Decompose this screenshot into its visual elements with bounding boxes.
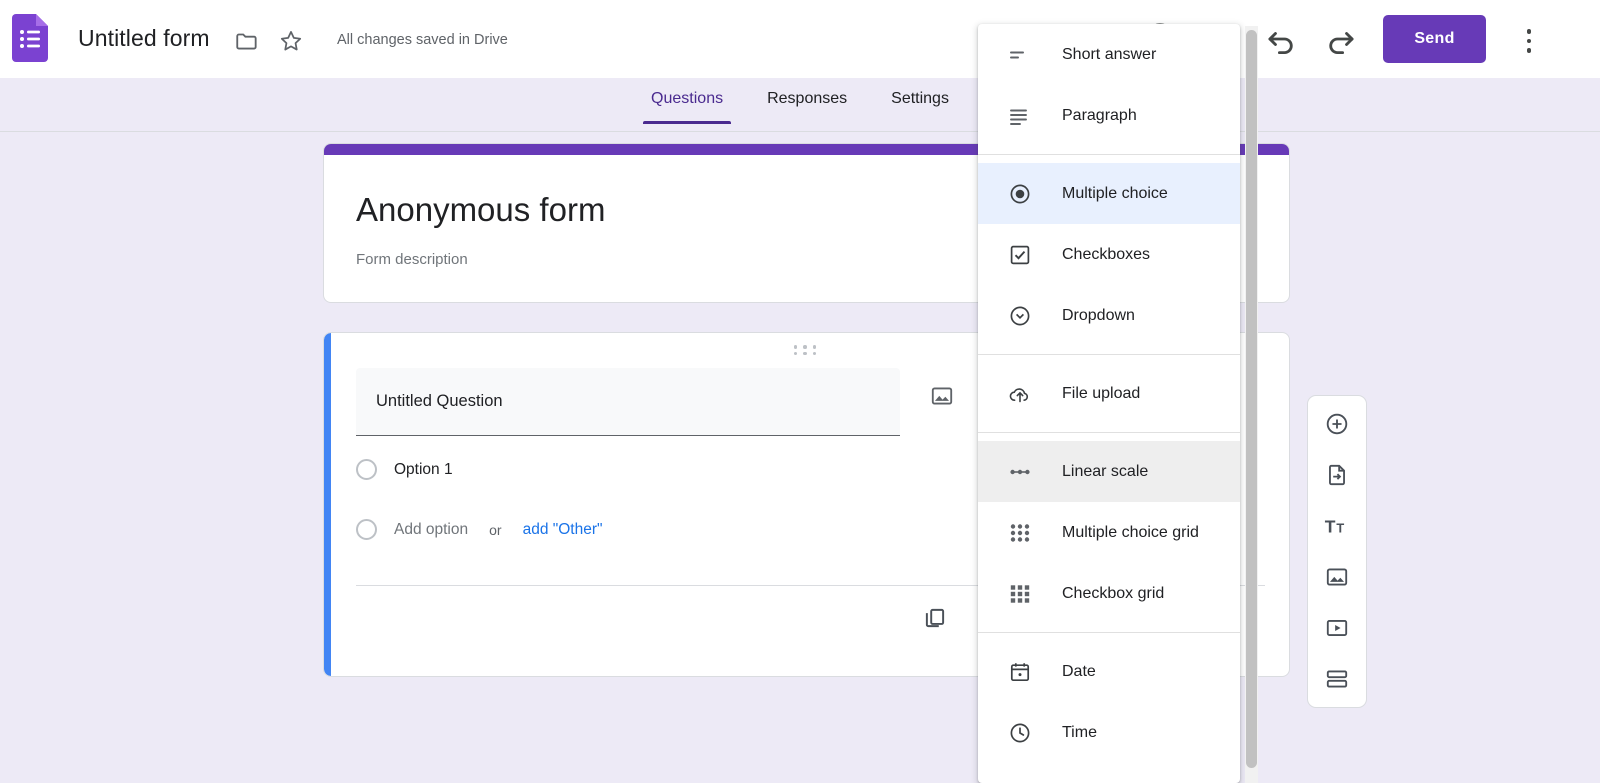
menu-item-checkboxes[interactable]: Checkboxes bbox=[978, 224, 1240, 285]
menu-item-multiple-choice-grid[interactable]: Multiple choice grid bbox=[978, 502, 1240, 563]
menu-divider bbox=[978, 154, 1240, 155]
menu-item-time[interactable]: Time bbox=[978, 702, 1240, 763]
add-image-icon[interactable] bbox=[929, 383, 969, 423]
add-item-toolbar: T T bbox=[1307, 395, 1367, 708]
google-forms-logo-icon bbox=[12, 14, 48, 62]
app-root: Untitled form All changes saved in Drive bbox=[0, 0, 1600, 783]
redo-icon[interactable] bbox=[1322, 20, 1360, 58]
tab-settings[interactable]: Settings bbox=[869, 86, 971, 124]
radio-button-icon bbox=[1008, 182, 1032, 206]
add-image-icon[interactable] bbox=[1318, 558, 1356, 596]
svg-text:T: T bbox=[1336, 520, 1344, 535]
question-accent-bar bbox=[324, 333, 331, 676]
drag-handle-icon[interactable] bbox=[793, 345, 820, 355]
add-video-icon[interactable] bbox=[1318, 609, 1356, 647]
menu-divider bbox=[978, 432, 1240, 433]
menu-label: Multiple choice grid bbox=[1062, 523, 1199, 541]
multiple-choice-grid-icon bbox=[1008, 521, 1032, 545]
menu-label: Paragraph bbox=[1062, 106, 1137, 124]
menu-label: Short answer bbox=[1062, 45, 1157, 63]
menu-label: Time bbox=[1062, 723, 1097, 741]
dropdown-icon bbox=[1008, 304, 1032, 328]
short-answer-icon bbox=[1008, 43, 1032, 67]
svg-text:T: T bbox=[1325, 516, 1336, 536]
add-section-icon[interactable] bbox=[1318, 660, 1356, 698]
or-text: or bbox=[489, 521, 502, 538]
radio-button-icon bbox=[356, 519, 377, 540]
menu-divider bbox=[978, 354, 1240, 355]
menu-label: File upload bbox=[1062, 384, 1141, 402]
question-type-menu[interactable]: Short answer Paragraph Multiple choice C… bbox=[978, 24, 1240, 783]
option-row-add[interactable]: Add option or add "Other" bbox=[356, 519, 603, 540]
menu-item-paragraph[interactable]: Paragraph bbox=[978, 85, 1240, 146]
menu-label: Linear scale bbox=[1062, 462, 1149, 480]
radio-button-icon[interactable] bbox=[356, 459, 377, 480]
send-button[interactable]: Send bbox=[1383, 15, 1486, 63]
menu-item-date[interactable]: Date bbox=[978, 641, 1240, 702]
tab-responses[interactable]: Responses bbox=[745, 86, 869, 124]
add-title-and-description-icon[interactable]: T T bbox=[1318, 507, 1356, 545]
top-bar: Untitled form All changes saved in Drive bbox=[0, 0, 1600, 78]
menu-divider bbox=[978, 632, 1240, 633]
menu-item-dropdown[interactable]: Dropdown bbox=[978, 285, 1240, 346]
import-questions-icon[interactable] bbox=[1318, 456, 1356, 494]
calendar-icon bbox=[1008, 660, 1032, 684]
menu-scrollbar-thumb[interactable] bbox=[1246, 30, 1257, 768]
star-icon[interactable] bbox=[278, 28, 304, 54]
menu-item-linear-scale[interactable]: Linear scale bbox=[978, 441, 1240, 502]
more-options-kebab-icon[interactable] bbox=[1513, 18, 1545, 60]
menu-item-file-upload[interactable]: File upload bbox=[978, 363, 1240, 424]
checkbox-grid-icon bbox=[1008, 582, 1032, 606]
save-status-text: All changes saved in Drive bbox=[337, 32, 508, 48]
question-title-text: Untitled Question bbox=[376, 392, 503, 410]
menu-label: Multiple choice bbox=[1062, 184, 1168, 202]
clock-icon bbox=[1008, 721, 1032, 745]
option-row-1[interactable]: Option 1 bbox=[356, 459, 453, 480]
duplicate-icon[interactable] bbox=[922, 605, 964, 647]
undo-icon[interactable] bbox=[1262, 20, 1300, 58]
add-option-button[interactable]: Add option bbox=[394, 521, 468, 539]
form-tabs: Questions Responses Settings bbox=[0, 86, 1600, 132]
form-canvas: Anonymous form Form description Untitled… bbox=[0, 132, 1600, 783]
menu-item-checkbox-grid[interactable]: Checkbox grid bbox=[978, 563, 1240, 624]
linear-scale-icon bbox=[1008, 460, 1032, 484]
menu-item-short-answer[interactable]: Short answer bbox=[978, 24, 1240, 85]
menu-item-multiple-choice[interactable]: Multiple choice bbox=[978, 163, 1240, 224]
paragraph-icon bbox=[1008, 104, 1032, 128]
question-title-input[interactable]: Untitled Question bbox=[356, 368, 900, 436]
tab-questions[interactable]: Questions bbox=[629, 86, 745, 124]
menu-label: Checkboxes bbox=[1062, 245, 1151, 263]
add-other-button[interactable]: add "Other" bbox=[523, 521, 603, 539]
file-upload-icon bbox=[1008, 382, 1032, 406]
move-to-folder-icon[interactable] bbox=[234, 28, 260, 54]
menu-label: Dropdown bbox=[1062, 306, 1135, 324]
menu-label: Checkbox grid bbox=[1062, 584, 1165, 602]
add-question-icon[interactable] bbox=[1318, 405, 1356, 443]
document-title[interactable]: Untitled form bbox=[78, 25, 210, 52]
option-label: Option 1 bbox=[394, 460, 453, 478]
menu-label: Date bbox=[1062, 662, 1096, 680]
checkbox-icon bbox=[1008, 243, 1032, 267]
